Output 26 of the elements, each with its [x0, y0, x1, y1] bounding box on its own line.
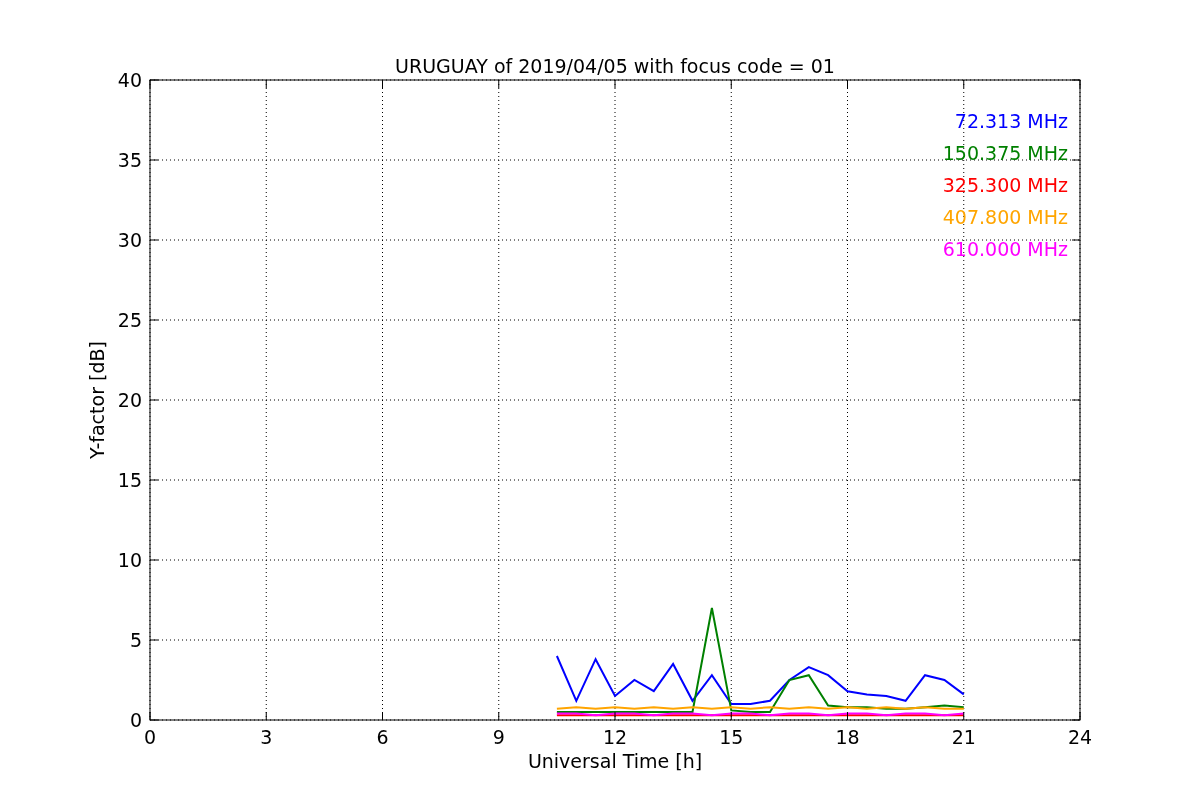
chart-title: URUGUAY of 2019/04/05 with focus code = 01	[395, 55, 835, 77]
tick-label: 10	[117, 549, 142, 571]
tick-label: 15	[719, 726, 744, 748]
tick-label: 9	[492, 726, 505, 748]
tick-label: 12	[602, 726, 628, 748]
tick-label: 40	[117, 69, 142, 91]
axis-label: Y-factor [dB]	[86, 341, 108, 459]
tick-label: 20	[117, 389, 142, 411]
tick-label: 35	[117, 149, 142, 171]
legend-label: 610.000 MHz	[942, 238, 1068, 260]
legend-label: 407.800 MHz	[942, 206, 1068, 228]
tick-label: 24	[1067, 726, 1093, 748]
tick-label: 15	[117, 469, 142, 491]
tick-label: 5	[129, 629, 142, 651]
tick-label: 0	[143, 726, 157, 748]
legend-label: 325.300 MHz	[942, 174, 1068, 196]
tick-label: 6	[376, 726, 389, 748]
axis-label: Universal Time [h]	[527, 750, 703, 772]
tick-label: 3	[260, 726, 273, 748]
tick-label: 0	[129, 709, 142, 731]
legend-label: 150.375 MHz	[942, 142, 1068, 164]
tick-label: 30	[117, 229, 142, 251]
tick-label: 25	[117, 309, 142, 331]
legend-label: 72.313 MHz	[954, 110, 1068, 132]
tick-label: 18	[835, 726, 860, 748]
tick-label: 21	[951, 726, 976, 748]
